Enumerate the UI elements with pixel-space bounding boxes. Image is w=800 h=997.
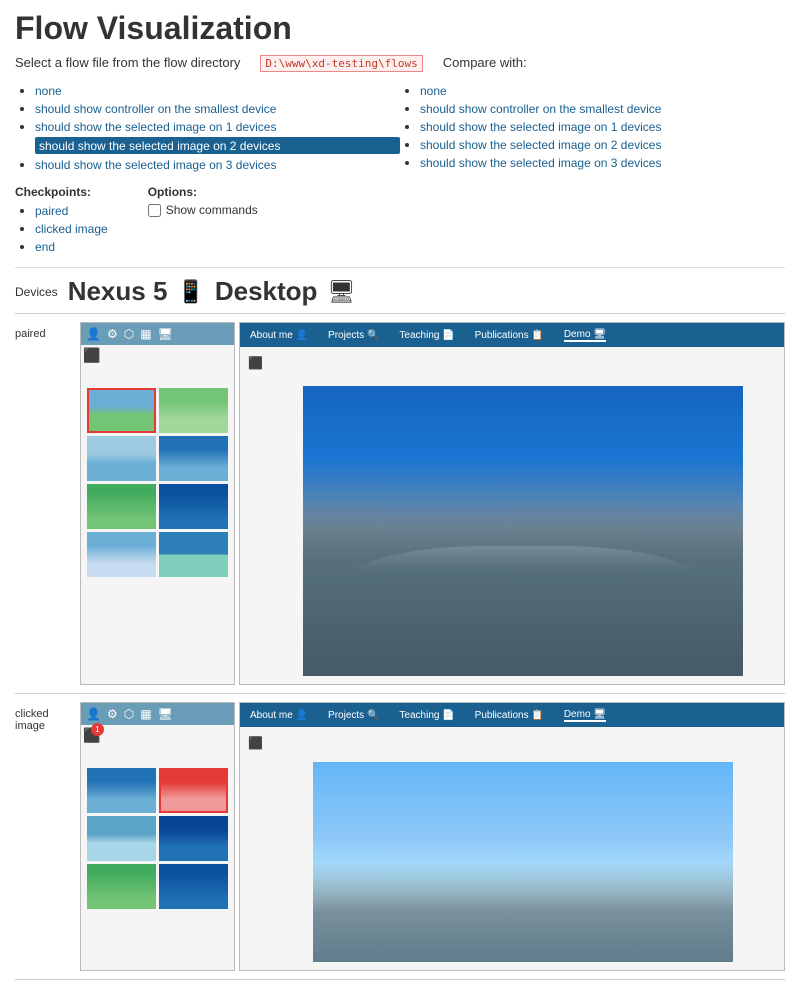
grid-icon-2: ▦ — [140, 707, 151, 721]
checkpoint-paired[interactable]: paired — [35, 203, 108, 218]
compare-item-3[interactable]: should show the selected image on 2 devi… — [420, 137, 785, 152]
device2-name: Desktop — [215, 276, 318, 307]
flow-list-right: none should show controller on the small… — [400, 80, 785, 175]
settings-icon: ⚙ — [107, 327, 118, 341]
device-screens-paired: 👤 ⚙ ⬡ ▦ 🖥 ⬛ — [80, 322, 785, 685]
compare-item-none[interactable]: none — [420, 83, 785, 98]
thumb-1[interactable] — [87, 388, 156, 433]
checkpoint-row-paired: paired 👤 ⚙ ⬡ ▦ 🖥 ⬛ — [15, 314, 785, 694]
page-title: Flow Visualization — [15, 10, 785, 47]
cast-icon-desktop-2: ⬛ — [248, 736, 263, 750]
main-image-container-paired — [240, 378, 784, 684]
photo-grid-clicked — [83, 764, 232, 913]
thumb-6[interactable] — [159, 484, 228, 529]
thumb-7[interactable] — [87, 532, 156, 577]
thumb-5[interactable] — [87, 484, 156, 529]
flow-item-2[interactable]: should show the selected image on 1 devi… — [35, 119, 400, 134]
desktop-screen-clicked: About me 👤 Projects 🔍 Teaching 📄 Publica… — [239, 702, 785, 971]
nav-publications[interactable]: Publications 📋 — [475, 330, 544, 341]
checkpoint-end[interactable]: end — [35, 239, 108, 254]
compare-with-label: Compare with: — [443, 55, 527, 70]
options-section: Options: Show commands — [148, 185, 258, 257]
flow-item-none[interactable]: none — [35, 83, 400, 98]
thumb-5b[interactable] — [87, 864, 156, 909]
compare-item-4[interactable]: should show the selected image on 3 devi… — [420, 155, 785, 170]
nav-teaching-2[interactable]: Teaching 📄 — [399, 710, 454, 721]
options-label: Options: — [148, 185, 258, 199]
checkpoint-section-paired: paired 👤 ⚙ ⬡ ▦ 🖥 ⬛ — [15, 313, 785, 980]
main-image-container-clicked — [240, 754, 784, 970]
cast-icon-desktop: ⬛ — [248, 356, 263, 370]
paired-label: paired — [15, 322, 70, 340]
nav-about[interactable]: About me 👤 — [250, 330, 308, 341]
thumb-3b[interactable] — [87, 816, 156, 861]
nav-demo-2[interactable]: Demo 🖥 — [564, 709, 606, 722]
monitor-icon: 🖥 — [158, 327, 173, 341]
select-flow-row: Select a flow file from the flow directo… — [15, 55, 785, 72]
compare-items-list: none should show controller on the small… — [400, 83, 785, 170]
thumb-2b[interactable] — [159, 768, 228, 813]
share-icon-2: ⬡ — [124, 707, 134, 721]
flow-list-left: none should show controller on the small… — [15, 80, 400, 175]
desktop-icon: 🖥 — [327, 279, 355, 305]
thumb-3[interactable] — [87, 436, 156, 481]
thumb-4b[interactable] — [159, 816, 228, 861]
person-icon-2: 👤 — [86, 707, 101, 721]
mobile-screen-paired: 👤 ⚙ ⬡ ▦ 🖥 ⬛ — [80, 322, 235, 685]
grid-icon: ▦ — [140, 327, 151, 341]
nav-projects[interactable]: Projects 🔍 — [328, 330, 379, 341]
checkpoints-options-row: Checkpoints: paired clicked image end Op… — [15, 185, 785, 257]
thumb-6b[interactable] — [159, 864, 228, 909]
thumb-8[interactable] — [159, 532, 228, 577]
person-icon: 👤 — [86, 327, 101, 341]
main-photo-paired — [303, 386, 743, 676]
device1-name: Nexus 5 — [68, 276, 168, 307]
checkpoints-label: Checkpoints: — [15, 185, 108, 199]
nav-about-2[interactable]: About me 👤 — [250, 710, 308, 721]
mobile-toolbar-paired: 👤 ⚙ ⬡ ▦ 🖥 — [81, 323, 234, 345]
flow-items-list: none should show controller on the small… — [15, 83, 400, 172]
device-screens-clicked: 👤 ⚙ ⬡ ▦ 🖥 ⬛ 1 — [80, 702, 785, 971]
thumb-4[interactable] — [159, 436, 228, 481]
nav-demo[interactable]: Demo 🖥 — [564, 329, 606, 342]
mountain-overlay — [303, 502, 743, 676]
devices-header: Devices Nexus 5 📱 Desktop 🖥 — [15, 267, 785, 307]
flow-lists: none should show controller on the small… — [15, 80, 785, 175]
show-commands-checkbox[interactable] — [148, 204, 161, 217]
nav-teaching[interactable]: Teaching 📄 — [399, 330, 454, 341]
select-label: Select a flow file from the flow directo… — [15, 55, 240, 70]
nav-projects-2[interactable]: Projects 🔍 — [328, 710, 379, 721]
main-photo-clicked — [313, 762, 733, 962]
checkpoints-list: paired clicked image end — [15, 203, 108, 254]
mobile-icon: 📱 — [177, 279, 204, 305]
cast-icon-mobile: ⬛ — [83, 347, 100, 364]
cast-badge: 1 — [91, 723, 104, 736]
checkpoint-row-clicked: clicked image 👤 ⚙ ⬡ ▦ 🖥 ⬛ 1 — [15, 694, 785, 980]
desktop-screen-paired: About me 👤 Projects 🔍 Teaching 📄 Publica… — [239, 322, 785, 685]
thumb-2[interactable] — [159, 388, 228, 433]
devices-label: Devices — [15, 285, 58, 299]
mobile-toolbar-clicked: 👤 ⚙ ⬡ ▦ 🖥 — [81, 703, 234, 725]
checkpoint-clicked-image[interactable]: clicked image — [35, 221, 108, 236]
flow-item-3-selected[interactable]: should show the selected image on 2 devi… — [35, 137, 400, 154]
compare-item-2[interactable]: should show the selected image on 1 devi… — [420, 119, 785, 134]
desktop-navbar-paired: About me 👤 Projects 🔍 Teaching 📄 Publica… — [240, 323, 784, 347]
settings-icon-2: ⚙ — [107, 707, 118, 721]
desktop-navbar-clicked: About me 👤 Projects 🔍 Teaching 📄 Publica… — [240, 703, 784, 727]
flow-item-1[interactable]: should show controller on the smallest d… — [35, 101, 400, 116]
show-commands-label: Show commands — [166, 203, 258, 217]
flow-item-4[interactable]: should show the selected image on 3 devi… — [35, 157, 400, 172]
show-commands-row: Show commands — [148, 203, 258, 217]
mobile-screen-clicked: 👤 ⚙ ⬡ ▦ 🖥 ⬛ 1 — [80, 702, 235, 971]
share-icon: ⬡ — [124, 327, 134, 341]
clicked-image-label: clicked image — [15, 702, 70, 732]
nav-publications-2[interactable]: Publications 📋 — [475, 710, 544, 721]
compare-item-1[interactable]: should show controller on the smallest d… — [420, 101, 785, 116]
checkpoints-section: Checkpoints: paired clicked image end — [15, 185, 108, 257]
thumb-1b[interactable] — [87, 768, 156, 813]
monitor-icon-2: 🖥 — [158, 707, 173, 721]
photo-grid-paired — [83, 384, 232, 581]
mountain-2 — [313, 862, 733, 962]
folder-path: D:\www\xd-testing\flows — [260, 55, 422, 72]
